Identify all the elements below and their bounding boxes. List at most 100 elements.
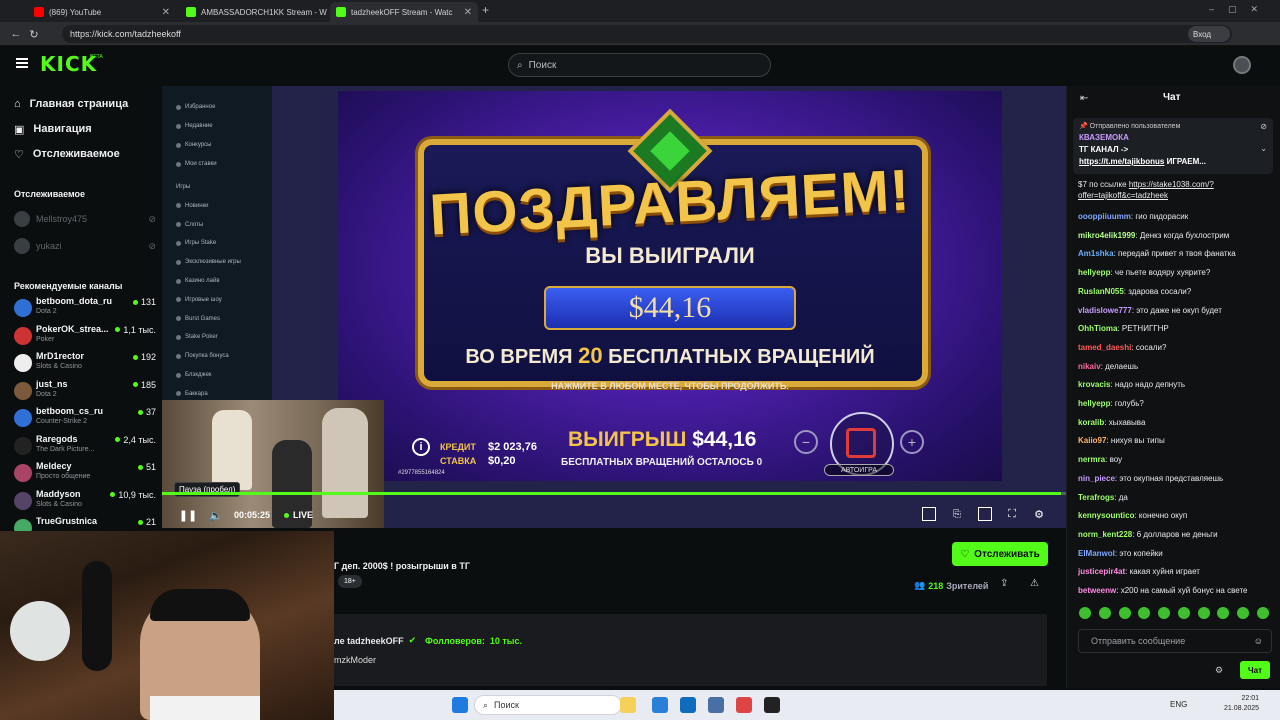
url-field[interactable]: https://kick.com/tadzheekoff bbox=[62, 25, 1232, 43]
chat-settings-gear-icon[interactable]: ⚙ bbox=[1215, 665, 1223, 676]
emote-icon[interactable] bbox=[1098, 607, 1111, 619]
profile-button[interactable]: Вход bbox=[1188, 26, 1230, 42]
chat-username[interactable]: oooppiiuumm bbox=[1078, 212, 1131, 221]
chat-username[interactable]: norm_kent228 bbox=[1078, 530, 1132, 539]
autoplay-button[interactable]: АВТОИГРА bbox=[824, 464, 894, 476]
chat-username[interactable]: Am1shka bbox=[1078, 249, 1114, 258]
explorer-icon[interactable] bbox=[620, 697, 636, 713]
chevron-down-icon[interactable]: ⌄ bbox=[1260, 144, 1267, 153]
chat-username[interactable]: vladislowe777 bbox=[1078, 306, 1132, 315]
emote-icon[interactable] bbox=[1256, 607, 1269, 619]
outlook-icon[interactable] bbox=[708, 697, 724, 713]
tab-title: (869) YouTube bbox=[49, 7, 102, 17]
taskbar-search[interactable]: ⌕ Поиск bbox=[474, 695, 622, 715]
fullscreen-icon[interactable]: ⛶ bbox=[1005, 507, 1019, 521]
recommended-channel[interactable]: Meldecy Просто общение 51 bbox=[14, 460, 156, 486]
unpin-icon[interactable]: ⊘ bbox=[1260, 122, 1267, 131]
emote-icon[interactable] bbox=[1237, 607, 1250, 619]
chat-username[interactable]: hellyepp bbox=[1078, 268, 1110, 277]
plus-bet-button[interactable]: + bbox=[900, 430, 924, 454]
clock[interactable]: 22:01 21.08.2025 bbox=[1224, 694, 1259, 714]
follow-button[interactable]: ♡ Отслеживать bbox=[952, 542, 1048, 566]
reload-icon[interactable]: ↻ bbox=[26, 26, 42, 42]
chat-username[interactable]: krovacis bbox=[1078, 380, 1110, 389]
emote-icon[interactable] bbox=[1158, 607, 1171, 619]
emote-icon[interactable] bbox=[1079, 607, 1091, 619]
emote-icon[interactable] bbox=[1197, 607, 1210, 619]
chat-username[interactable]: Terafrogs bbox=[1078, 493, 1114, 502]
chat-username[interactable]: koralib bbox=[1078, 418, 1104, 427]
emote-icon[interactable] bbox=[1138, 607, 1151, 619]
edge-icon[interactable] bbox=[652, 697, 668, 713]
recommended-channel[interactable]: MrD1rector Slots & Casino 192 bbox=[14, 350, 156, 376]
chat-username[interactable]: RuslanN055 bbox=[1078, 287, 1124, 296]
pinned-link[interactable]: https://t.me/tajikbonus bbox=[1079, 157, 1164, 166]
close-tab-icon[interactable]: ✕ bbox=[464, 7, 472, 18]
settings-gear-icon[interactable]: ⚙ bbox=[1032, 507, 1046, 521]
pinned-message[interactable]: 📌 Отправлено пользователем КВАЗЕМОКА ТГ … bbox=[1073, 118, 1273, 174]
live-dot-icon bbox=[115, 437, 121, 442]
chat-username[interactable]: mikro4elik1999 bbox=[1078, 231, 1135, 240]
sidebar-item-following[interactable]: ♡ Отслеживаемое bbox=[14, 144, 120, 164]
clip-icon[interactable]: ⎘ bbox=[950, 507, 964, 521]
recommended-channel[interactable]: betboom_cs_ru Counter-Strike 2 37 bbox=[14, 405, 156, 431]
chat-username[interactable]: betweenw bbox=[1078, 586, 1116, 595]
recommended-channel[interactable]: just_ns Dota 2 185 bbox=[14, 378, 156, 404]
minus-bet-button[interactable]: − bbox=[794, 430, 818, 454]
chat-username[interactable]: ElManwol bbox=[1078, 549, 1115, 558]
following-channel[interactable]: Mellstroy475 ⊘ bbox=[14, 210, 156, 228]
progress-bar[interactable] bbox=[162, 492, 1066, 495]
recommended-channel[interactable]: Raregods The Dark Picture... 2,4 тыс. bbox=[14, 433, 156, 459]
person-figure bbox=[212, 410, 252, 490]
emote-icon[interactable] bbox=[1118, 607, 1131, 619]
chat-username[interactable]: OhhTioma bbox=[1078, 324, 1117, 333]
chat-username[interactable]: justicepir4at bbox=[1078, 567, 1125, 576]
window-controls[interactable]: –▢✕ bbox=[1209, 4, 1272, 15]
miniplayer-icon[interactable] bbox=[922, 507, 936, 521]
volume-icon[interactable]: 🔈 bbox=[208, 507, 224, 523]
info-icon[interactable]: i bbox=[412, 438, 430, 456]
share-icon[interactable]: ⇪ bbox=[1000, 578, 1008, 589]
windows-start-icon[interactable] bbox=[452, 697, 468, 713]
recommended-channel[interactable]: Maddyson Slots & Casino 10,9 тыс. bbox=[14, 488, 156, 514]
following-channel[interactable]: yukazi ⊘ bbox=[14, 237, 156, 255]
report-icon[interactable]: ⚠ bbox=[1030, 578, 1039, 589]
store-icon[interactable] bbox=[680, 697, 696, 713]
chat-username[interactable]: kennysountico bbox=[1078, 511, 1134, 520]
sidebar-item-label: Навигация bbox=[33, 123, 92, 135]
sidebar-item-home[interactable]: ⌂ Главная страница bbox=[14, 94, 128, 114]
close-tab-icon[interactable]: ✕ bbox=[162, 7, 170, 18]
browser-tab[interactable]: AMBASSADORCH1KK Stream - W ✕ bbox=[180, 2, 328, 22]
collapse-chat-icon[interactable]: ⇤ bbox=[1080, 93, 1088, 104]
pause-button[interactable]: ❚❚ bbox=[179, 507, 197, 523]
app-icon[interactable] bbox=[736, 697, 752, 713]
emoji-icon[interactable]: ☺ bbox=[1254, 636, 1263, 646]
back-icon[interactable]: ← bbox=[8, 26, 24, 42]
chat-input[interactable]: Отправить сообщение ☺ bbox=[1078, 629, 1272, 653]
new-tab-button[interactable]: + bbox=[482, 3, 489, 17]
recommended-channel[interactable]: PokerOK_strea... Poker 1,1 тыс. bbox=[14, 323, 156, 349]
browser-tab-active[interactable]: tadzheekOFF Stream - Watc ✕ bbox=[330, 2, 478, 22]
emote-icon[interactable] bbox=[1217, 607, 1230, 619]
send-chat-button[interactable]: Чат bbox=[1240, 661, 1270, 679]
search-input[interactable]: ⌕ Поиск bbox=[508, 53, 771, 77]
chat-username[interactable]: tamed_daeshi bbox=[1078, 343, 1131, 352]
video-player[interactable]: Избранное Недавние Конкурсы Мои ставки Игры Н… bbox=[162, 86, 1066, 528]
browser-tab[interactable]: (869) YouTube ✕ bbox=[28, 2, 176, 22]
chat-message: krovacis: надо надо депнуть bbox=[1078, 380, 1186, 390]
language-indicator[interactable]: ENG bbox=[1170, 700, 1187, 709]
emote-icon[interactable] bbox=[1177, 607, 1190, 619]
chat-username[interactable]: nikaiv bbox=[1078, 362, 1101, 371]
live-badge[interactable]: LIVE bbox=[284, 510, 313, 520]
recommended-channel[interactable]: betboom_dota_ru Dota 2 131 bbox=[14, 295, 156, 321]
chat-username[interactable]: nin_piece bbox=[1078, 474, 1115, 483]
theater-mode-icon[interactable] bbox=[978, 507, 992, 521]
chat-username[interactable]: hellyepp bbox=[1078, 399, 1110, 408]
sidebar-item-browse[interactable]: ▣ Навигация bbox=[14, 119, 92, 139]
menu-icon[interactable] bbox=[16, 58, 28, 68]
chat-username[interactable]: Kaiio97 bbox=[1078, 436, 1106, 445]
epic-games-icon[interactable] bbox=[764, 697, 780, 713]
user-avatar[interactable] bbox=[1233, 56, 1251, 74]
kick-logo[interactable]: KICK bbox=[40, 52, 97, 76]
chat-username[interactable]: nermra bbox=[1078, 455, 1105, 464]
